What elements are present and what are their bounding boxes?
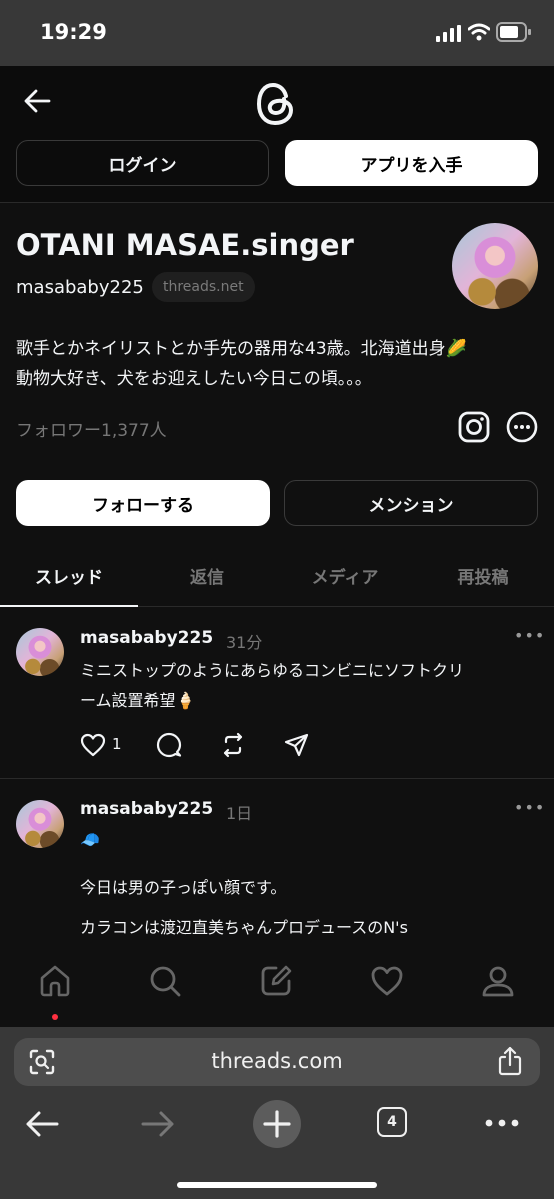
header-divider <box>0 202 554 203</box>
domain-badge[interactable]: threads.net <box>152 272 255 302</box>
notification-dot <box>52 1014 58 1020</box>
post-text-line: ミニストップのようにあらゆるコンビニにソフトクリ <box>80 661 465 680</box>
tab-threads[interactable]: スレッド <box>0 545 138 605</box>
signal-icon <box>436 25 461 42</box>
post-emoji: 🧢 <box>80 830 100 849</box>
threads-logo-icon[interactable] <box>256 82 296 126</box>
bio-line: 歌手とかネイリストとか手先の器用な43歳。北海道出身🌽 <box>16 339 467 359</box>
compose-icon[interactable] <box>259 964 293 998</box>
post-text-line: カラコンは渡辺直美ちゃんプロデュースのN's <box>80 918 408 937</box>
tab-media[interactable]: メディア <box>276 545 414 605</box>
home-icon[interactable] <box>38 964 72 998</box>
instagram-icon[interactable] <box>458 411 490 443</box>
more-options-icon[interactable] <box>506 411 538 443</box>
profile-username: masababy225 <box>16 277 144 298</box>
browser-more-icon[interactable] <box>484 1116 520 1130</box>
tab-count-button[interactable]: 4 <box>377 1107 407 1137</box>
status-time: 19:29 <box>40 20 107 44</box>
profile-name: OTANI MASAE.singer <box>16 228 354 262</box>
profile-avatar[interactable] <box>452 223 538 309</box>
post-time: 1日 <box>226 804 253 823</box>
wifi-icon <box>468 23 490 41</box>
profile-icon[interactable] <box>481 964 515 998</box>
home-indicator <box>177 1182 377 1188</box>
post-more-icon[interactable]: ••• <box>514 798 545 817</box>
post-text-line: 今日は男の子っぽい顔です。 <box>80 878 287 897</box>
post-avatar[interactable] <box>16 628 64 676</box>
share-send-icon[interactable] <box>284 732 310 758</box>
tab-replies[interactable]: 返信 <box>138 545 276 605</box>
active-tab-indicator <box>0 605 138 607</box>
repost-icon[interactable] <box>220 732 246 758</box>
post-avatar[interactable] <box>16 800 64 848</box>
like-heart-icon[interactable] <box>80 733 106 757</box>
post-text-line: ーム設置希望🍦 <box>80 691 196 710</box>
plus-icon <box>263 1110 291 1138</box>
post-username[interactable]: masababy225 <box>80 628 213 648</box>
tab-reposts[interactable]: 再投稿 <box>414 545 552 605</box>
post-divider <box>0 778 554 779</box>
battery-icon <box>496 22 531 42</box>
login-button[interactable]: ログイン <box>16 140 269 186</box>
profile-tabs: スレッド 返信 メディア 再投稿 <box>0 545 554 607</box>
follow-button[interactable]: フォローする <box>16 480 270 526</box>
post-username[interactable]: masababy225 <box>80 799 213 819</box>
search-icon[interactable] <box>148 964 182 998</box>
mention-button[interactable]: メンション <box>284 480 538 526</box>
status-bar: 19:29 <box>0 0 554 66</box>
activity-heart-icon[interactable] <box>370 965 404 997</box>
back-arrow-icon[interactable] <box>22 86 52 116</box>
get-app-button[interactable]: アプリを入手 <box>285 140 538 186</box>
share-icon[interactable] <box>497 1046 523 1076</box>
new-tab-button[interactable] <box>253 1100 301 1148</box>
like-count: 1 <box>112 735 122 753</box>
bio-line: 動物大好き、犬をお迎えしたい今日この頃。。。 <box>16 369 372 389</box>
browser-back-icon[interactable] <box>24 1108 60 1140</box>
reply-icon[interactable] <box>156 732 182 758</box>
post-time: 31分 <box>226 633 263 652</box>
url-text[interactable]: threads.com <box>0 1049 554 1073</box>
post-more-icon[interactable]: ••• <box>514 626 545 645</box>
browser-forward-icon[interactable] <box>140 1108 176 1140</box>
followers-count[interactable]: フォロワー1,377人 <box>16 416 167 441</box>
